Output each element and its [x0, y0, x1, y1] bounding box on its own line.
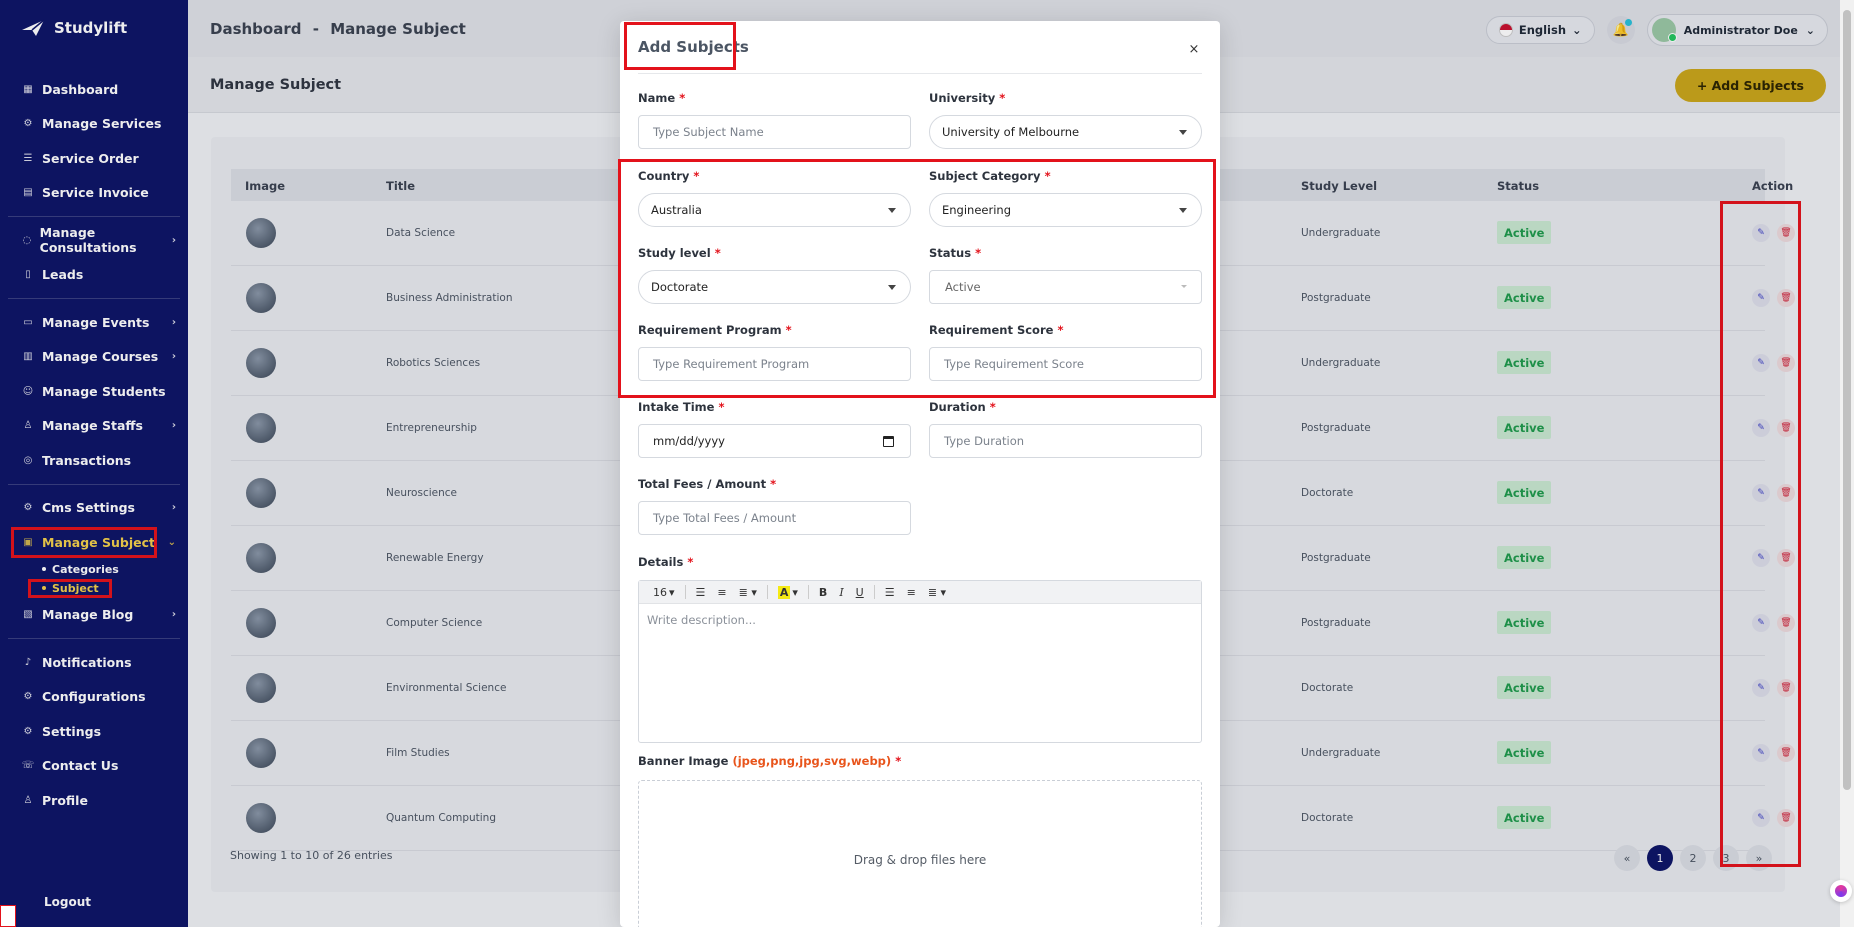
bullet-list-icon[interactable]: ☰ [692, 584, 710, 601]
duration-label: Duration * [929, 400, 996, 414]
duration-input[interactable]: Type Duration [929, 424, 1202, 458]
requirement-score-field: Requirement Score * Type Requirement Sco… [929, 323, 1202, 381]
close-icon[interactable]: × [1186, 41, 1202, 57]
banner-dropzone[interactable]: Drag & drop files here [638, 780, 1202, 927]
ordered-list-icon[interactable]: ≡ [903, 584, 920, 601]
caret-down-icon [1179, 208, 1187, 213]
name-label: Name * [638, 91, 686, 105]
toolbar-separator [873, 585, 875, 599]
caret-down-icon [888, 285, 896, 290]
font-size-dropdown[interactable]: 16 ▾ [649, 584, 679, 601]
unordered-list-icon[interactable]: ☰ [881, 584, 899, 601]
toolbar-separator [684, 585, 686, 599]
name-field: Name * Type Subject Name [638, 91, 911, 149]
page-scrollbar[interactable] [1840, 0, 1854, 927]
country-field: Country * Australia [638, 169, 911, 227]
duration-field: Duration * Type Duration [929, 400, 1202, 458]
editor-toolbar: 16 ▾ ☰ ≡ ≣ ▾ A ▾ B I U ☰ ≡ ≣ ▾ [639, 581, 1201, 604]
debug-logo-icon[interactable] [0, 905, 16, 927]
total-fees-label: Total Fees / Amount * [638, 477, 777, 491]
intake-date-input[interactable]: mm/dd/yyyy [638, 424, 911, 458]
university-select[interactable]: University of Melbourne [929, 115, 1202, 149]
study-level-field: Study level * Doctorate [638, 246, 911, 304]
requirement-program-input[interactable]: Type Requirement Program [638, 347, 911, 381]
italic-icon[interactable]: I [835, 584, 847, 601]
status-label: Status * [929, 246, 982, 260]
toolbar-separator [807, 585, 809, 599]
details-textarea[interactable]: Write description... [639, 604, 1201, 636]
add-subjects-modal: Add Subjects × Name * Type Subject Name … [618, 21, 1220, 927]
subject-category-label: Subject Category * [929, 169, 1051, 183]
university-field: University * University of Melbourne [929, 91, 1202, 149]
status-select[interactable]: Active [929, 270, 1202, 304]
details-editor: 16 ▾ ☰ ≡ ≣ ▾ A ▾ B I U ☰ ≡ ≣ ▾ Write des… [638, 580, 1202, 743]
country-select[interactable]: Australia [638, 193, 911, 227]
requirement-score-input[interactable]: Type Requirement Score [929, 347, 1202, 381]
details-label: Details * [638, 555, 694, 569]
banner-field: Banner Image (jpeg,png,jpg,svg,webp) * [638, 754, 1138, 768]
country-label: Country * [638, 169, 700, 183]
status-field: Status * Active [929, 246, 1202, 304]
highlight-color-icon[interactable]: A ▾ [774, 584, 802, 601]
caret-down-icon [888, 208, 896, 213]
requirement-program-field: Requirement Program * Type Requirement P… [638, 323, 911, 381]
intake-time-label: Intake Time * [638, 400, 725, 414]
university-label: University * [929, 91, 1006, 105]
details-field: Details * [638, 555, 911, 569]
study-level-select[interactable]: Doctorate [638, 270, 911, 304]
subject-category-select[interactable]: Engineering [929, 193, 1202, 227]
total-fees-field: Total Fees / Amount * Type Total Fees / … [638, 477, 911, 535]
bold-icon[interactable]: B [815, 584, 831, 601]
underline-icon[interactable]: U [852, 584, 868, 601]
requirement-score-label: Requirement Score * [929, 323, 1064, 337]
caret-down-icon [1181, 285, 1187, 288]
caret-down-icon [1179, 130, 1187, 135]
study-level-label: Study level * [638, 246, 721, 260]
assistant-bubble-icon[interactable] [1830, 880, 1852, 902]
modal-header-divider [638, 73, 1202, 74]
total-fees-input[interactable]: Type Total Fees / Amount [638, 501, 911, 535]
subject-category-field: Subject Category * Engineering [929, 169, 1202, 227]
requirement-program-label: Requirement Program * [638, 323, 792, 337]
calendar-icon[interactable] [883, 436, 894, 447]
banner-label: Banner Image (jpeg,png,jpg,svg,webp) * [638, 754, 902, 768]
name-input[interactable]: Type Subject Name [638, 115, 911, 149]
scrollbar-thumb[interactable] [1843, 10, 1851, 790]
toolbar-separator [766, 585, 768, 599]
modal-title: Add Subjects [638, 38, 749, 56]
paragraph-dropdown-icon[interactable]: ≣ ▾ [924, 584, 950, 601]
intake-time-field: Intake Time * mm/dd/yyyy [638, 400, 911, 458]
align-dropdown-icon[interactable]: ≣ ▾ [735, 584, 761, 601]
numbered-list-icon[interactable]: ≡ [713, 584, 730, 601]
